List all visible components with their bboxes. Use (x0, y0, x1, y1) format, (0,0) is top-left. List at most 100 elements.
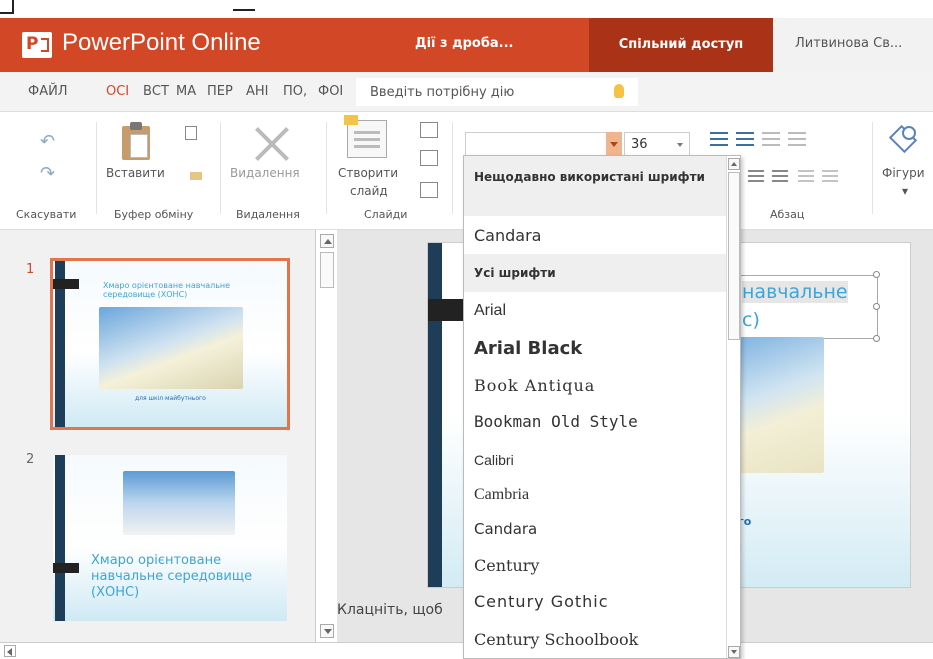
slide-number: 1 (26, 262, 35, 277)
duplicate-slide-icon[interactable] (420, 150, 438, 166)
scroll-left-icon[interactable] (4, 645, 16, 657)
scroll-down-icon[interactable] (320, 624, 334, 638)
tab-file[interactable]: ФАЙЛ (28, 84, 68, 99)
font-size-value: 36 (631, 137, 648, 152)
font-option-calibri[interactable]: Calibri (474, 452, 514, 468)
thumbnails-scrollbar[interactable] (315, 230, 337, 642)
undo-icon[interactable]: ↶ (40, 133, 56, 151)
slide-flag (428, 299, 468, 321)
app-title[interactable]: PowerPoint Online (62, 29, 261, 57)
tell-me-placeholder: Введіть потрібну дію (370, 85, 515, 100)
paste-icon[interactable] (120, 120, 154, 162)
redo-icon[interactable]: ↷ (40, 165, 56, 183)
powerpoint-online-window: P PowerPoint Online Дії з дроба... Спіль… (0, 0, 933, 659)
ltr-icon[interactable] (798, 170, 814, 182)
scroll-thumb[interactable] (728, 172, 740, 340)
font-name-input[interactable] (465, 132, 622, 156)
slide-accent-bar (428, 243, 442, 587)
paragraph-group-label: Абзац (770, 208, 805, 221)
new-slide-icon[interactable] (344, 115, 387, 158)
new-slide-button-line2[interactable]: слайд (350, 184, 388, 198)
delete-button[interactable]: Видалення (230, 166, 300, 180)
shapes-button[interactable]: Фігури (882, 166, 925, 180)
increase-indent-icon[interactable] (788, 132, 806, 146)
slide-thumbnail-title: Хмаро орієнтоване навчальне середовище (… (103, 281, 231, 299)
corner-mark (0, 0, 14, 14)
slide-thumbnail-subtitle: для шкіл майбутнього (135, 395, 206, 402)
resize-handle[interactable] (873, 271, 880, 278)
slide-title-text-line2[interactable]: с) (742, 309, 760, 331)
tab-design[interactable]: МА (176, 84, 196, 99)
font-option-candara-recent[interactable]: Candara (474, 226, 541, 245)
copy-icon[interactable] (185, 126, 197, 140)
tab-format[interactable]: ФОІ (318, 84, 343, 99)
share-button[interactable]: Спільний доступ (589, 18, 773, 72)
hide-slide-icon[interactable] (420, 182, 438, 198)
user-account-area[interactable]: Литвинова Св... (773, 18, 933, 72)
tab-transitions[interactable]: ПЕР (207, 84, 233, 99)
title-bar: P PowerPoint Online Дії з дроба... Спіль… (0, 18, 933, 72)
top-strip (0, 0, 933, 18)
slide-title-text[interactable]: навчальне (742, 281, 848, 303)
shapes-icon[interactable] (888, 122, 920, 154)
font-dropdown-list[interactable]: Нещодавно використані шрифти Candara Усі… (463, 155, 741, 659)
font-option-arial-black[interactable]: Arial Black (474, 338, 582, 359)
ribbon-separator (326, 122, 327, 214)
logo-letter: P (26, 34, 39, 54)
font-option-century-gothic[interactable]: Century Gothic (474, 592, 609, 611)
edit-presentation-button[interactable]: Дії з дроба... (415, 36, 514, 51)
format-painter-icon[interactable] (190, 172, 202, 180)
scroll-up-icon[interactable] (728, 158, 740, 170)
decrease-indent-icon[interactable] (762, 132, 780, 146)
powerpoint-logo-icon[interactable]: P (22, 32, 52, 58)
cursor-mark (233, 9, 255, 11)
chevron-down-icon (677, 143, 683, 147)
scroll-down-icon[interactable] (728, 646, 740, 658)
delete-group-label: Видалення (236, 208, 300, 221)
slide-thumbnail[interactable]: Хмаро орієнтоване навчальне середовище (… (50, 452, 290, 624)
scroll-thumb[interactable] (320, 252, 334, 288)
font-option-century[interactable]: Century (474, 556, 539, 575)
all-fonts-header: Усі шрифти (464, 254, 726, 292)
font-size-input[interactable]: 36 (624, 132, 690, 156)
slide-image[interactable] (736, 337, 824, 473)
slide-image (123, 471, 235, 535)
rtl-icon[interactable] (822, 170, 838, 182)
shapes-dropdown-icon[interactable]: ▾ (902, 184, 908, 198)
new-slide-button-line1[interactable]: Створити (338, 166, 398, 180)
font-option-candara[interactable]: Candara (474, 520, 537, 538)
font-option-century-schoolbook[interactable]: Century Schoolbook (474, 630, 638, 649)
numbering-icon[interactable] (736, 132, 754, 146)
slide-thumbnail[interactable]: Хмаро орієнтоване навчальне середовище (… (50, 258, 290, 430)
tab-animations[interactable]: АНІ (246, 84, 269, 99)
font-option-bookman-old-style[interactable]: Bookman Old Style (474, 412, 638, 431)
slide-thumbnail-title: Хмаро орієнтоване навчальне середовище (… (91, 553, 253, 600)
ribbon-separator (220, 122, 221, 214)
align-center-icon[interactable] (748, 170, 764, 182)
tab-view[interactable]: ПО, (283, 84, 307, 99)
notes-placeholder[interactable]: Клацніть, щоб (337, 602, 443, 618)
resize-handle[interactable] (873, 335, 880, 342)
layout-icon[interactable] (420, 122, 438, 138)
recent-fonts-header: Нещодавно використані шрифти (464, 156, 726, 216)
font-option-book-antiqua[interactable]: Book Antiqua (474, 376, 595, 395)
lightbulb-icon (614, 84, 624, 98)
user-name[interactable]: Литвинова Св... (795, 36, 902, 51)
font-option-arial[interactable]: Arial (474, 302, 506, 320)
tell-me-search[interactable]: Введіть потрібну дію (356, 78, 638, 106)
tab-insert[interactable]: ВСТ (143, 84, 169, 99)
resize-handle[interactable] (873, 303, 880, 310)
delete-icon[interactable] (252, 124, 292, 164)
font-list-scrollbar[interactable] (726, 156, 740, 658)
align-right-icon[interactable] (772, 170, 788, 182)
font-option-cambria[interactable]: Cambria (474, 486, 529, 504)
scroll-up-icon[interactable] (320, 234, 334, 248)
font-dropdown-arrow-icon[interactable] (606, 132, 622, 156)
paste-button[interactable]: Вставити (106, 166, 165, 180)
undo-group-label: Скасувати (16, 208, 77, 221)
ribbon-tabs: ФАЙЛ ОСІ ВСТ МА ПЕР АНІ ПО, ФОІ Введіть … (0, 72, 933, 112)
tab-home[interactable]: ОСІ (106, 84, 129, 99)
ribbon-separator (872, 122, 873, 214)
slide-thumbnails-pane: 1 Хмаро орієнтоване навчальне середовище… (0, 230, 315, 659)
bullets-icon[interactable] (710, 132, 728, 146)
